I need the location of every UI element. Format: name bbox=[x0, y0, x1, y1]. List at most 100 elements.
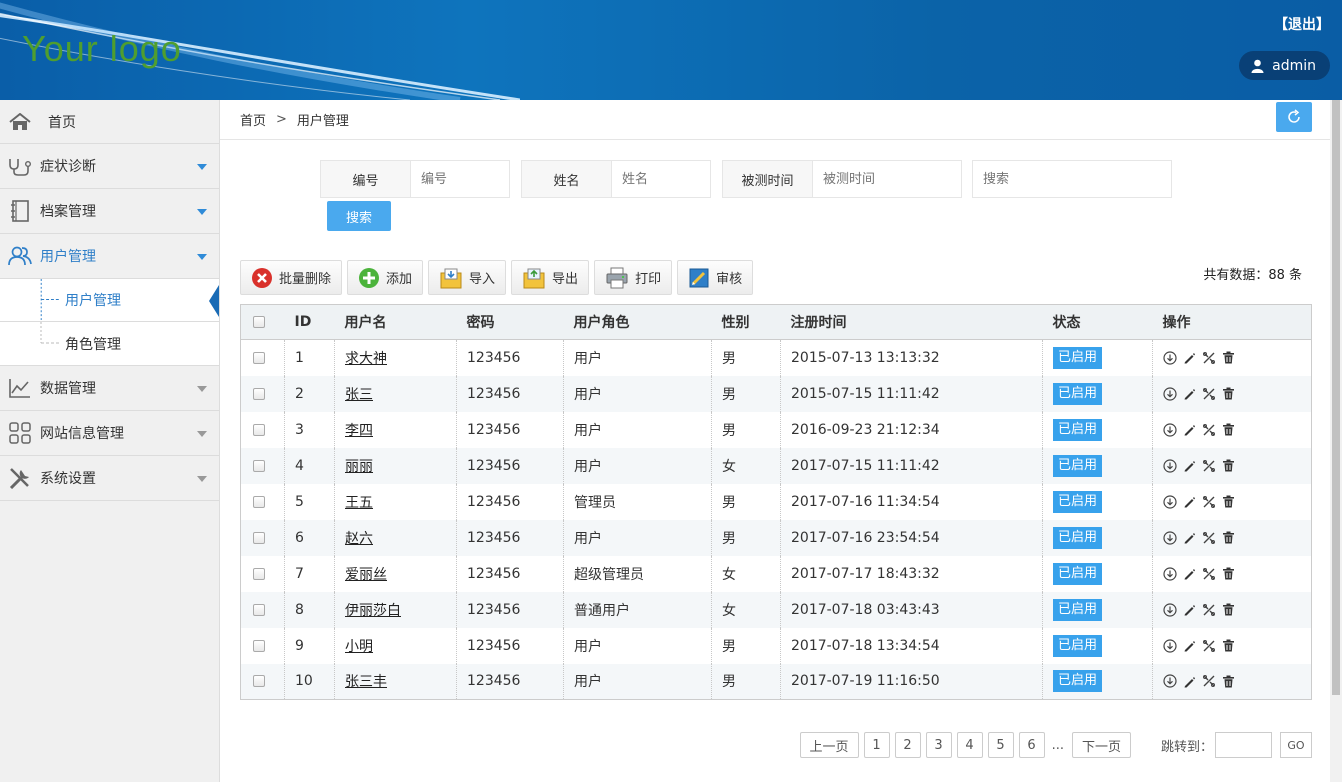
edit-icon[interactable] bbox=[1183, 675, 1196, 688]
scrollbar-thumb[interactable] bbox=[1332, 100, 1340, 695]
edit-icon[interactable] bbox=[1183, 423, 1196, 436]
sidebar-item-home[interactable]: 首页 bbox=[0, 100, 219, 144]
username-link[interactable]: 求大神 bbox=[345, 351, 387, 367]
download-icon[interactable] bbox=[1163, 351, 1177, 365]
review-button[interactable]: 审核 bbox=[677, 260, 754, 295]
print-button[interactable]: 打印 bbox=[594, 260, 673, 295]
tools-icon[interactable] bbox=[1202, 351, 1216, 365]
tools-icon[interactable] bbox=[1202, 531, 1216, 545]
page-button[interactable]: 1 bbox=[863, 732, 890, 758]
tools-icon[interactable] bbox=[1202, 495, 1216, 509]
download-icon[interactable] bbox=[1163, 602, 1177, 617]
edit-icon[interactable] bbox=[1183, 531, 1196, 544]
select-all-checkbox[interactable] bbox=[253, 316, 265, 328]
status-badge[interactable]: 已启用 bbox=[1053, 598, 1103, 621]
status-badge[interactable]: 已启用 bbox=[1053, 562, 1103, 585]
trash-icon[interactable] bbox=[1222, 495, 1235, 508]
tools-icon[interactable] bbox=[1202, 387, 1216, 401]
user-menu[interactable]: admin bbox=[1239, 51, 1330, 80]
download-icon[interactable] bbox=[1163, 638, 1177, 653]
page-button[interactable]: 2 bbox=[894, 732, 921, 758]
tools-icon[interactable] bbox=[1202, 423, 1216, 437]
row-checkbox[interactable] bbox=[253, 423, 265, 436]
tools-icon[interactable] bbox=[1202, 639, 1216, 653]
download-icon[interactable] bbox=[1163, 674, 1177, 688]
page-button[interactable]: 4 bbox=[956, 732, 983, 758]
username-link[interactable]: 王五 bbox=[345, 495, 373, 511]
download-icon[interactable] bbox=[1163, 494, 1177, 509]
tools-icon[interactable] bbox=[1202, 674, 1216, 688]
go-button[interactable]: GO bbox=[1280, 732, 1312, 758]
row-checkbox[interactable] bbox=[253, 351, 265, 364]
row-checkbox[interactable] bbox=[253, 495, 265, 508]
logout-link[interactable]: 【退出】 bbox=[1274, 14, 1330, 34]
username-link[interactable]: 李四 bbox=[345, 423, 373, 439]
sidebar-item-site-info[interactable]: 网站信息管理 bbox=[0, 411, 219, 456]
page-button[interactable]: 3 bbox=[925, 732, 952, 758]
import-button[interactable]: 导入 bbox=[428, 260, 507, 295]
page-button[interactable]: 6 bbox=[1018, 732, 1045, 758]
download-icon[interactable] bbox=[1163, 422, 1177, 437]
tools-icon[interactable] bbox=[1202, 459, 1216, 473]
jump-page-input[interactable] bbox=[1215, 732, 1272, 758]
row-checkbox[interactable] bbox=[253, 567, 265, 580]
page-button[interactable]: 5 bbox=[987, 732, 1014, 758]
status-badge[interactable]: 已启用 bbox=[1053, 490, 1103, 513]
trash-icon[interactable] bbox=[1222, 531, 1235, 544]
sidebar-item-settings[interactable]: 系统设置 bbox=[0, 456, 219, 501]
search-button[interactable]: 搜索 bbox=[327, 201, 391, 231]
trash-icon[interactable] bbox=[1222, 387, 1235, 400]
trash-icon[interactable] bbox=[1222, 459, 1235, 472]
search-time-input[interactable] bbox=[813, 161, 961, 197]
refresh-button[interactable] bbox=[1276, 102, 1312, 132]
batch-delete-button[interactable]: 批量删除 bbox=[240, 260, 343, 295]
trash-icon[interactable] bbox=[1222, 423, 1235, 436]
trash-icon[interactable] bbox=[1222, 603, 1235, 616]
export-button[interactable]: 导出 bbox=[511, 260, 590, 295]
status-badge[interactable]: 已启用 bbox=[1053, 382, 1103, 405]
status-badge[interactable]: 已启用 bbox=[1053, 346, 1103, 369]
username-link[interactable]: 丽丽 bbox=[345, 459, 373, 475]
edit-icon[interactable] bbox=[1183, 459, 1196, 472]
trash-icon[interactable] bbox=[1222, 639, 1235, 652]
status-badge[interactable]: 已启用 bbox=[1053, 526, 1103, 549]
row-checkbox[interactable] bbox=[253, 675, 265, 688]
status-badge[interactable]: 已启用 bbox=[1053, 670, 1103, 693]
row-checkbox[interactable] bbox=[253, 531, 265, 544]
download-icon[interactable] bbox=[1163, 458, 1177, 473]
status-badge[interactable]: 已启用 bbox=[1053, 454, 1103, 477]
username-link[interactable]: 小明 bbox=[345, 639, 373, 655]
scrollbar[interactable] bbox=[1330, 100, 1342, 782]
download-icon[interactable] bbox=[1163, 386, 1177, 401]
row-checkbox[interactable] bbox=[253, 603, 265, 616]
breadcrumb-home[interactable]: 首页 bbox=[240, 110, 266, 129]
edit-icon[interactable] bbox=[1183, 603, 1196, 616]
sidebar-item-records[interactable]: 档案管理 bbox=[0, 189, 219, 234]
username-link[interactable]: 张三丰 bbox=[345, 674, 387, 690]
search-keyword-input[interactable] bbox=[973, 161, 1171, 197]
edit-icon[interactable] bbox=[1183, 567, 1196, 580]
username-link[interactable]: 爱丽丝 bbox=[345, 567, 387, 583]
download-icon[interactable] bbox=[1163, 566, 1177, 581]
trash-icon[interactable] bbox=[1222, 567, 1235, 580]
tools-icon[interactable] bbox=[1202, 567, 1216, 581]
tools-icon[interactable] bbox=[1202, 603, 1216, 617]
username-link[interactable]: 张三 bbox=[345, 387, 373, 403]
trash-icon[interactable] bbox=[1222, 351, 1235, 364]
search-name-input[interactable] bbox=[612, 161, 710, 197]
prev-page-button[interactable]: 上一页 bbox=[799, 732, 859, 758]
sidebar-item-diagnosis[interactable]: 症状诊断 bbox=[0, 144, 219, 189]
edit-icon[interactable] bbox=[1183, 387, 1196, 400]
next-page-button[interactable]: 下一页 bbox=[1071, 732, 1131, 758]
search-id-input[interactable] bbox=[411, 161, 509, 197]
row-checkbox[interactable] bbox=[253, 459, 265, 472]
sidebar-item-data[interactable]: 数据管理 bbox=[0, 366, 219, 411]
status-badge[interactable]: 已启用 bbox=[1053, 418, 1103, 441]
username-link[interactable]: 赵六 bbox=[345, 531, 373, 547]
download-icon[interactable] bbox=[1163, 530, 1177, 545]
sidebar-item-users[interactable]: 用户管理 bbox=[0, 234, 219, 279]
username-link[interactable]: 伊丽莎白 bbox=[345, 603, 401, 619]
row-checkbox[interactable] bbox=[253, 639, 265, 652]
edit-icon[interactable] bbox=[1183, 639, 1196, 652]
submenu-item-role-management[interactable]: 角色管理 bbox=[0, 322, 219, 365]
